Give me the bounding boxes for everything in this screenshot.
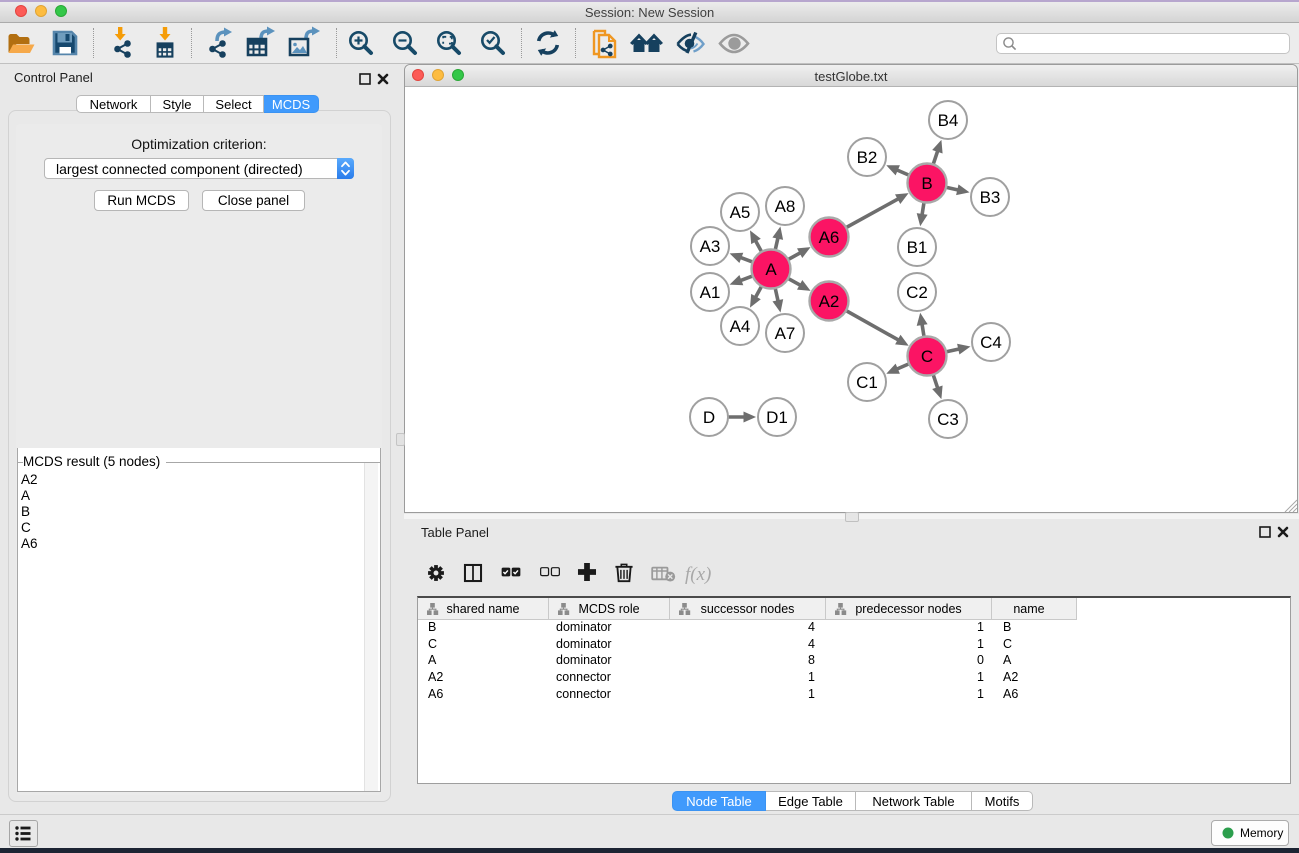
svg-text:C: C <box>921 347 933 366</box>
svg-text:C1: C1 <box>856 373 878 392</box>
svg-text:D1: D1 <box>766 408 788 427</box>
svg-text:A1: A1 <box>700 283 721 302</box>
svg-text:C4: C4 <box>980 333 1002 352</box>
svg-text:f(x): f(x) <box>685 564 711 585</box>
svg-text:A8: A8 <box>775 197 796 216</box>
svg-text:A5: A5 <box>730 203 751 222</box>
svg-text:B: B <box>921 174 932 193</box>
svg-text:D: D <box>703 408 715 427</box>
svg-text:C3: C3 <box>937 410 959 429</box>
svg-text:A4: A4 <box>730 317 751 336</box>
svg-text:B3: B3 <box>980 188 1001 207</box>
svg-text:B2: B2 <box>857 148 878 167</box>
svg-text:A6: A6 <box>819 228 840 247</box>
svg-text:B1: B1 <box>907 238 928 257</box>
svg-text:A: A <box>765 260 777 279</box>
svg-text:A7: A7 <box>775 324 796 343</box>
svg-text:A3: A3 <box>700 237 721 256</box>
svg-text:C2: C2 <box>906 283 928 302</box>
svg-text:A2: A2 <box>819 292 840 311</box>
svg-text:B4: B4 <box>938 111 959 130</box>
